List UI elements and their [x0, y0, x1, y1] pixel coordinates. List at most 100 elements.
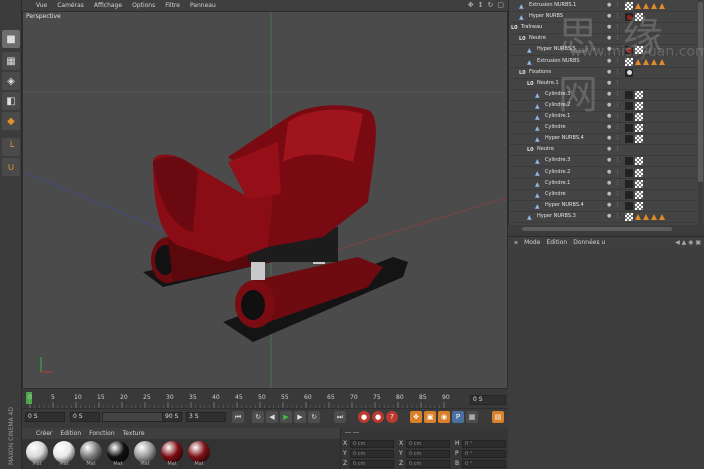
- menu-fonction[interactable]: Fonction: [89, 430, 115, 437]
- prev-key-button[interactable]: ◀: [266, 411, 278, 423]
- end-frame-field[interactable]: 90 S: [162, 412, 182, 422]
- cube-primitive-icon[interactable]: ■: [2, 30, 20, 48]
- render-toggle-icon[interactable]: ⋮: [615, 180, 620, 186]
- object-row[interactable]: ▲ Cylindre ● ⋮: [509, 190, 699, 201]
- material-swatch[interactable]: Mat: [187, 441, 211, 468]
- menu-vue[interactable]: Vue: [36, 2, 47, 9]
- go-to-end-button[interactable]: ⏭: [334, 411, 346, 423]
- polygons-mode-icon[interactable]: ◆: [2, 112, 20, 130]
- object-row[interactable]: ▲ Cylindre.1 ● ⋮: [509, 112, 699, 123]
- material-tag-icon[interactable]: [625, 46, 633, 55]
- object-name[interactable]: Neutre: [529, 35, 546, 41]
- object-row[interactable]: L0 Traîneau ● ⋮: [509, 23, 699, 35]
- menu-affichage[interactable]: Affichage: [94, 2, 122, 9]
- material-tag-icon[interactable]: [625, 13, 633, 22]
- rotate-key-button[interactable]: ◉: [438, 411, 450, 423]
- render-toggle-icon[interactable]: ⋮: [615, 91, 620, 97]
- visibility-dot-icon[interactable]: ●: [607, 102, 611, 108]
- material-swatch[interactable]: Mat: [79, 441, 103, 468]
- coord-value-field[interactable]: 0 cm: [406, 460, 450, 468]
- render-toggle-icon[interactable]: ⋮: [615, 80, 620, 86]
- object-row[interactable]: L0 Fixations ● ⋮: [509, 68, 699, 79]
- object-name[interactable]: Extrusion NURBS: [537, 58, 580, 64]
- visibility-dot-icon[interactable]: ●: [607, 58, 611, 64]
- phong-tag-icon[interactable]: [635, 3, 641, 9]
- render-toggle-icon[interactable]: ⋮: [615, 46, 620, 52]
- object-name[interactable]: Cylindre.1: [545, 180, 570, 186]
- visibility-dot-icon[interactable]: ●: [607, 157, 611, 163]
- menu-texture[interactable]: Texture: [123, 430, 145, 437]
- object-name[interactable]: Cylindre: [545, 124, 566, 130]
- object-row[interactable]: ▲ Hyper NURBS.3 ● ⋮: [509, 212, 699, 223]
- selection-tag-icon[interactable]: [625, 101, 633, 110]
- next-frame-button[interactable]: ↻: [308, 411, 320, 423]
- move-view-icon[interactable]: ✥: [468, 1, 474, 9]
- phong-tag-icon[interactable]: [635, 213, 641, 220]
- selection-tag-icon[interactable]: [625, 201, 633, 210]
- object-row[interactable]: ▲ Cylindre.3 ● ⋮: [509, 156, 699, 168]
- object-row[interactable]: ▲ Hyper NURBS.4 ● ⋮: [509, 201, 699, 212]
- coords-menu[interactable]: ― ―: [345, 429, 359, 436]
- object-name[interactable]: Hyper NURBS.3: [537, 213, 576, 219]
- menu-cameras[interactable]: Caméras: [57, 2, 84, 9]
- record-button[interactable]: ●: [358, 411, 370, 423]
- coord-value-field[interactable]: 0 cm: [406, 440, 450, 448]
- object-manager-scrollbar[interactable]: [698, 0, 703, 225]
- material-swatch[interactable]: Mat: [160, 441, 184, 468]
- visibility-dot-icon[interactable]: ●: [607, 13, 611, 19]
- selection-tag-icon[interactable]: [625, 157, 633, 166]
- menu-attr-edition[interactable]: Edition: [546, 239, 567, 246]
- phong-tag-icon[interactable]: [651, 213, 657, 220]
- object-name[interactable]: Hyper NURBS: [529, 13, 563, 19]
- object-name[interactable]: Cylindre: [545, 191, 566, 197]
- render-toggle-icon[interactable]: ⋮: [615, 2, 620, 8]
- texture-tag-icon[interactable]: [635, 46, 643, 55]
- visibility-dot-icon[interactable]: ●: [607, 202, 611, 208]
- play-button[interactable]: ▶: [280, 411, 292, 423]
- visibility-dot-icon[interactable]: ●: [607, 113, 611, 119]
- texture-tag-icon[interactable]: [635, 113, 643, 121]
- autokey-button[interactable]: ●: [372, 411, 384, 423]
- phong-tag-icon[interactable]: [659, 3, 665, 9]
- selection-tag-icon[interactable]: [625, 190, 633, 199]
- param-key-button[interactable]: P: [452, 411, 464, 423]
- texture-tag-icon[interactable]: [635, 13, 643, 22]
- loop-button[interactable]: ↻: [252, 411, 264, 423]
- hscroll-thumb[interactable]: [522, 227, 672, 231]
- menu-user-data[interactable]: Données u: [573, 239, 605, 246]
- scale-key-button[interactable]: ▣: [424, 411, 436, 423]
- coord-value-field[interactable]: 0 cm: [350, 440, 394, 448]
- material-swatch[interactable]: Mat: [106, 441, 130, 468]
- coord-value-field[interactable]: 0 cm: [406, 450, 450, 458]
- coord-value-field[interactable]: 0 °: [462, 460, 506, 468]
- phong-tag-icon[interactable]: [651, 58, 657, 65]
- object-row[interactable]: ▲ Cylindre.2 ● ⋮: [509, 101, 699, 112]
- visibility-dot-icon[interactable]: ●: [607, 169, 611, 175]
- render-toggle-icon[interactable]: ⋮: [615, 191, 620, 197]
- object-row[interactable]: ▲ Hyper NURBS.5 ● ⋮: [509, 45, 699, 57]
- material-swatch[interactable]: Mat: [52, 441, 76, 468]
- timeline[interactable]: 0 S 0 5 10 15 20 25 30 35 40 45 50 55 60 65 70 75 80 85 90: [22, 390, 508, 408]
- render-toggle-icon[interactable]: ⋮: [615, 202, 620, 208]
- render-toggle-icon[interactable]: ⋮: [615, 69, 620, 75]
- object-name[interactable]: Cylindre.3: [545, 91, 570, 97]
- visibility-dot-icon[interactable]: ●: [607, 146, 611, 152]
- menu-panneau[interactable]: Panneau: [190, 2, 216, 9]
- menu-mode[interactable]: Mode: [524, 239, 540, 246]
- object-row[interactable]: ▲ Hyper NURBS ● ⋮: [509, 12, 699, 24]
- phong-tag-icon[interactable]: [651, 3, 657, 9]
- visibility-dot-icon[interactable]: ●: [607, 46, 611, 52]
- render-toggle-icon[interactable]: ⋮: [615, 13, 620, 19]
- menu-options[interactable]: Options: [132, 2, 155, 9]
- selection-tag-icon[interactable]: [625, 113, 633, 121]
- object-row[interactable]: L0 Neutre ● ⋮: [509, 34, 699, 46]
- phong-tag-icon[interactable]: [659, 213, 665, 220]
- visibility-dot-icon[interactable]: ●: [607, 191, 611, 197]
- texture-tag-icon[interactable]: [635, 124, 643, 133]
- object-name[interactable]: Traîneau: [521, 24, 542, 30]
- start-frame-field[interactable]: 0 S: [25, 412, 65, 422]
- selection-tag-icon[interactable]: [625, 135, 633, 144]
- object-row[interactable]: L0 Neutre ● ⋮: [509, 145, 699, 157]
- object-name[interactable]: Cylindre.1: [545, 113, 570, 119]
- timeline-window-button[interactable]: ▤: [492, 411, 504, 423]
